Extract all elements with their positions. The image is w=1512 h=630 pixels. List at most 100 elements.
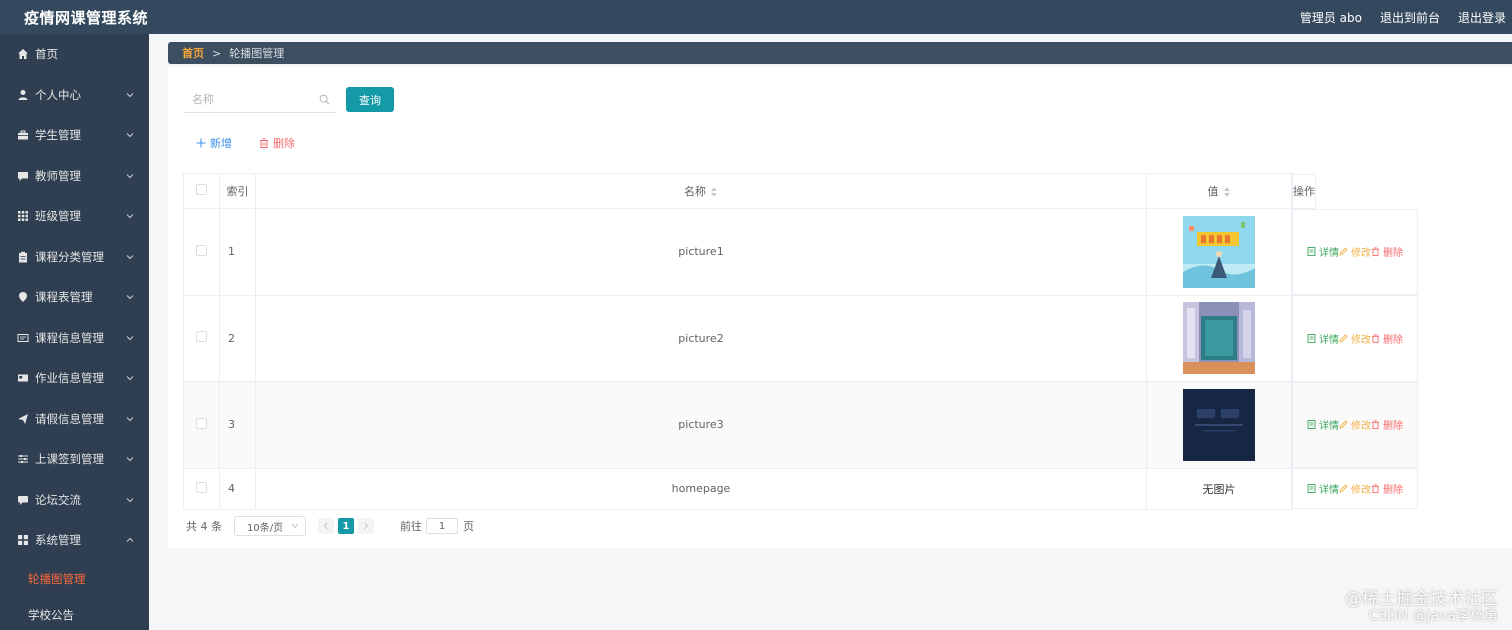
add-button-label: 新增	[210, 137, 232, 150]
batch-delete-label: 删除	[273, 137, 295, 150]
query-button[interactable]: 查询	[346, 87, 394, 112]
sidebar-item[interactable]: 上课签到管理	[0, 439, 149, 480]
row-checkbox[interactable]	[196, 331, 207, 343]
header-value-label: 值	[1207, 185, 1219, 198]
sidebar-item-label: 课程信息管理	[35, 330, 104, 345]
clipboard-icon	[19, 251, 27, 263]
carousel-thumbnail[interactable]	[1183, 215, 1255, 288]
page-size-select[interactable]: 10条/页	[234, 516, 306, 536]
row-index: 2	[219, 294, 256, 382]
add-button[interactable]: 新增	[196, 135, 232, 151]
sidebar-item-label: 课程表管理	[35, 290, 93, 305]
trash-icon	[1372, 420, 1379, 430]
select-all-checkbox[interactable]	[196, 184, 207, 195]
edit-button[interactable]: 修改	[1339, 244, 1371, 259]
chevron-down-icon	[126, 214, 134, 219]
detail-button[interactable]: 详情	[1307, 481, 1339, 496]
header-name[interactable]: 名称	[255, 173, 1147, 209]
chevron-down-icon	[126, 335, 134, 340]
trash-icon	[1372, 247, 1379, 257]
sidebar-subitem[interactable]: 学校公告	[0, 597, 149, 630]
sidebar-item[interactable]: 课程分类管理	[0, 237, 149, 278]
pagination: 共 4 条 10条/页 1 前往 页	[186, 516, 474, 536]
goto-page: 前往 页	[400, 518, 474, 534]
delete-button[interactable]: 删除	[1371, 331, 1403, 346]
edit-button[interactable]: 修改	[1339, 417, 1371, 432]
admin-user-label[interactable]: 管理员 abo	[1300, 9, 1362, 26]
row-checkbox[interactable]	[196, 481, 207, 493]
select-all-cell	[183, 173, 220, 209]
breadcrumb-current: 轮播图管理	[229, 47, 285, 60]
sidebar-item[interactable]: 论坛交流	[0, 480, 149, 521]
next-page-button[interactable]	[358, 518, 374, 534]
sidebar-item[interactable]: 请假信息管理	[0, 399, 149, 440]
detail-button[interactable]: 详情	[1307, 331, 1339, 346]
goto-page-input[interactable]	[426, 518, 458, 534]
page-number-button[interactable]: 1	[338, 518, 354, 534]
table-header-row: 索引 名称 值 操作	[183, 173, 1509, 209]
sidebar-item[interactable]: 个人中心	[0, 75, 149, 116]
sidebar-item-label: 首页	[35, 47, 58, 62]
table-row: 1 picture1 详情 修改 删除	[183, 208, 1509, 296]
detail-button[interactable]: 详情	[1307, 417, 1339, 432]
sidebar-item[interactable]: 系统管理	[0, 520, 149, 561]
row-checkbox-cell	[183, 467, 220, 510]
pencil-icon	[1339, 420, 1348, 429]
send-icon	[18, 413, 28, 424]
chevron-down-icon	[126, 457, 134, 462]
message-icon	[17, 333, 29, 342]
sort-icon	[1223, 187, 1230, 197]
content-panel: 查询 新增 删除 索引 名称 值 操作 1picture1详情修改删除	[168, 67, 1512, 548]
breadcrumb-home[interactable]: 首页	[182, 45, 204, 61]
delete-button[interactable]: 删除	[1371, 244, 1403, 259]
table-row: 2 picture2 详情 修改 删除	[183, 294, 1509, 382]
goto-label: 前往	[400, 520, 422, 533]
carousel-thumbnail[interactable]	[1183, 302, 1255, 375]
back-to-front-link[interactable]: 退出到前台	[1380, 9, 1440, 26]
row-operations: 详情 修改 删除	[1292, 468, 1418, 509]
main-content: 首页 > 轮播图管理 查询 新增 删除 索引 名称	[149, 34, 1512, 630]
sidebar-item[interactable]: 首页	[0, 34, 149, 75]
sidebar-subitem[interactable]: 轮播图管理	[0, 561, 149, 597]
trash-icon	[260, 138, 268, 148]
header-index: 索引	[219, 173, 256, 209]
sidebar-item-label: 论坛交流	[35, 492, 81, 507]
sidebar-item-label: 教师管理	[35, 168, 81, 183]
batch-delete-button[interactable]: 删除	[259, 135, 295, 151]
sidebar-item-label: 系统管理	[35, 533, 81, 548]
edit-button[interactable]: 修改	[1339, 481, 1371, 496]
sidebar-item[interactable]: 课程表管理	[0, 277, 149, 318]
sidebar-item[interactable]: 作业信息管理	[0, 358, 149, 399]
delete-button[interactable]: 删除	[1371, 481, 1403, 496]
no-image-text: 无图片	[1202, 482, 1236, 496]
sidebar-item[interactable]: 学生管理	[0, 115, 149, 156]
document-icon	[1307, 484, 1316, 493]
app-title: 疫情网课管理系统	[24, 8, 149, 27]
apps-icon	[18, 535, 28, 546]
delete-button[interactable]: 删除	[1371, 417, 1403, 432]
carousel-thumbnail[interactable]	[1183, 388, 1255, 461]
chevron-down-icon	[126, 416, 134, 421]
plus-icon	[196, 138, 206, 148]
header-value[interactable]: 值	[1146, 173, 1292, 209]
sidebar-item[interactable]: 教师管理	[0, 156, 149, 197]
delete-label: 删除	[1383, 421, 1403, 433]
row-checkbox[interactable]	[196, 244, 207, 256]
delete-label: 删除	[1383, 334, 1403, 346]
sidebar-item[interactable]: 课程信息管理	[0, 318, 149, 359]
row-operations: 详情 修改 删除	[1292, 295, 1418, 382]
logout-link[interactable]: 退出登录	[1458, 9, 1506, 26]
detail-label: 详情	[1319, 248, 1339, 260]
header-operations: 操作	[1292, 173, 1316, 209]
prev-page-button[interactable]	[318, 518, 334, 534]
chevron-down-icon	[126, 173, 134, 178]
sidebar-item[interactable]: 班级管理	[0, 196, 149, 237]
comment-icon	[18, 495, 28, 505]
detail-button[interactable]: 详情	[1307, 244, 1339, 259]
chevron-left-icon	[323, 522, 328, 530]
row-checkbox[interactable]	[196, 417, 207, 429]
row-checkbox-cell	[183, 208, 220, 296]
watermark-line-2: CSDN @java李杨勇	[1368, 607, 1498, 624]
edit-button[interactable]: 修改	[1339, 331, 1371, 346]
search-input[interactable]	[184, 93, 314, 106]
